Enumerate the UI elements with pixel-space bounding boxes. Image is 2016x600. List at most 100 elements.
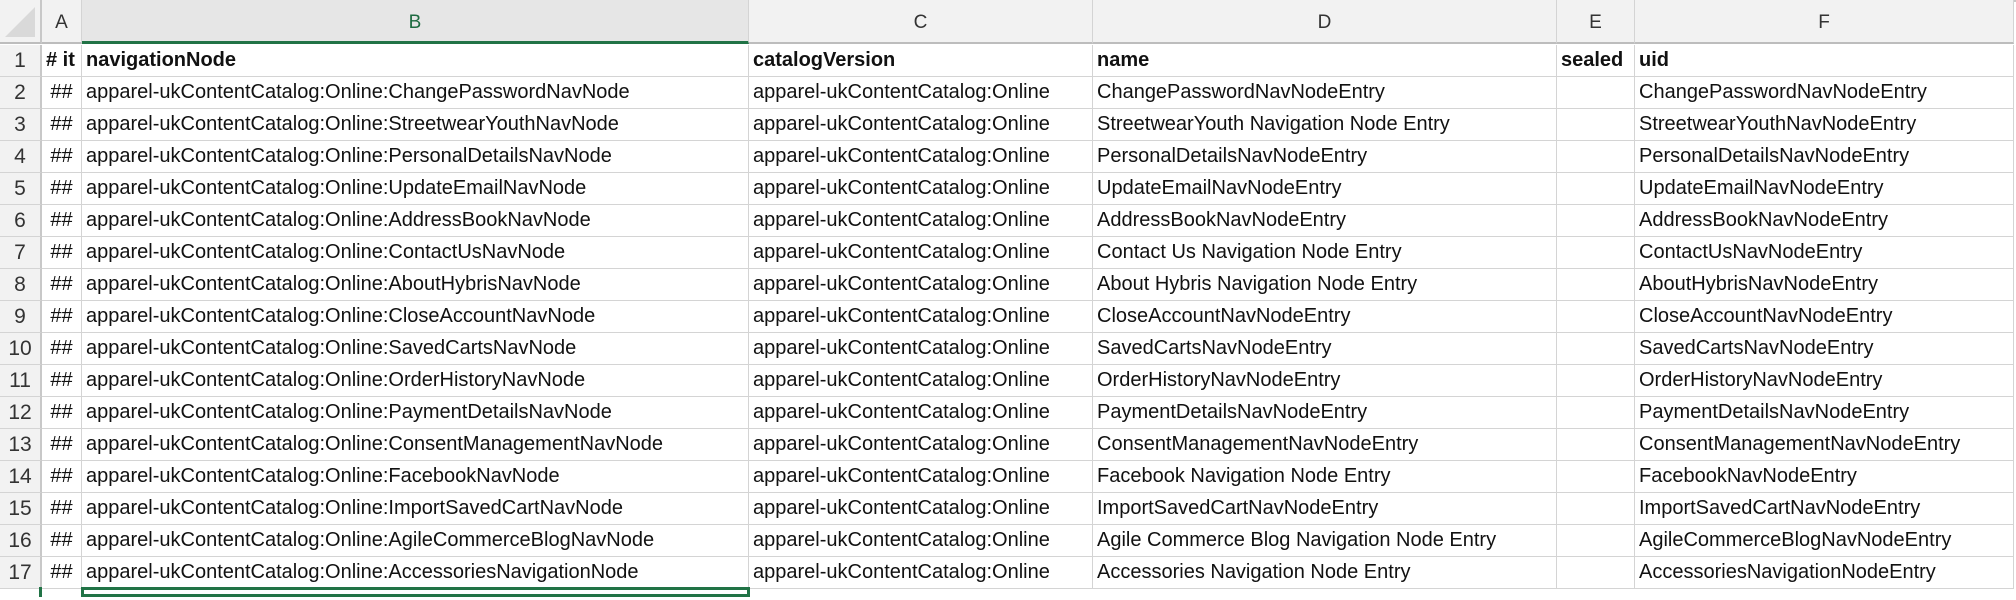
cell-c[interactable]: apparel-ukContentCatalog:Online bbox=[749, 205, 1093, 237]
cell-f[interactable]: AccessoriesNavigationNodeEntry bbox=[1635, 557, 2014, 589]
cell-d[interactable]: ImportSavedCartNavNodeEntry bbox=[1093, 493, 1557, 525]
row-header[interactable]: 4 bbox=[0, 141, 42, 173]
select-all-button[interactable] bbox=[0, 0, 42, 44]
cell-b[interactable]: apparel-ukContentCatalog:Online:ConsentM… bbox=[82, 429, 749, 461]
cell-b[interactable]: apparel-ukContentCatalog:Online:Accessor… bbox=[82, 557, 749, 589]
cell-e[interactable] bbox=[1557, 461, 1635, 493]
cell-d[interactable]: ChangePasswordNavNodeEntry bbox=[1093, 77, 1557, 109]
cell-b[interactable]: apparel-ukContentCatalog:Online:AddressB… bbox=[82, 205, 749, 237]
cell-c[interactable]: apparel-ukContentCatalog:Online bbox=[749, 557, 1093, 589]
cell-f[interactable]: ConsentManagementNavNodeEntry bbox=[1635, 429, 2014, 461]
cell-b[interactable]: apparel-ukContentCatalog:Online:PaymentD… bbox=[82, 397, 749, 429]
cell-b[interactable]: apparel-ukContentCatalog:Online:SavedCar… bbox=[82, 333, 749, 365]
header-cell-a[interactable]: # it bbox=[42, 45, 82, 77]
cell-b[interactable]: apparel-ukContentCatalog:Online:CloseAcc… bbox=[82, 301, 749, 333]
cell-a[interactable]: ## bbox=[42, 301, 82, 333]
cell-b[interactable]: apparel-ukContentCatalog:Online:Personal… bbox=[82, 141, 749, 173]
cell-d[interactable]: CloseAccountNavNodeEntry bbox=[1093, 301, 1557, 333]
cell-e[interactable] bbox=[1557, 77, 1635, 109]
selected-cell-outline[interactable] bbox=[81, 587, 750, 597]
cell-e[interactable] bbox=[1557, 525, 1635, 557]
header-cell-c[interactable]: catalogVersion bbox=[749, 45, 1093, 77]
cell-b[interactable]: apparel-ukContentCatalog:Online:AgileCom… bbox=[82, 525, 749, 557]
cell-f[interactable]: ImportSavedCartNavNodeEntry bbox=[1635, 493, 2014, 525]
cell-b[interactable]: apparel-ukContentCatalog:Online:AboutHyb… bbox=[82, 269, 749, 301]
cell-f[interactable]: PersonalDetailsNavNodeEntry bbox=[1635, 141, 2014, 173]
cell-f[interactable]: CloseAccountNavNodeEntry bbox=[1635, 301, 2014, 333]
header-cell-f[interactable]: uid bbox=[1635, 45, 2014, 77]
cell-d[interactable]: ConsentManagementNavNodeEntry bbox=[1093, 429, 1557, 461]
cell-d[interactable]: Contact Us Navigation Node Entry bbox=[1093, 237, 1557, 269]
row-header[interactable]: 13 bbox=[0, 429, 42, 461]
cell-c[interactable]: apparel-ukContentCatalog:Online bbox=[749, 461, 1093, 493]
cell-a[interactable]: ## bbox=[42, 205, 82, 237]
cell-f[interactable]: OrderHistoryNavNodeEntry bbox=[1635, 365, 2014, 397]
cell-d[interactable]: Accessories Navigation Node Entry bbox=[1093, 557, 1557, 589]
cell-e[interactable] bbox=[1557, 493, 1635, 525]
cell-c[interactable]: apparel-ukContentCatalog:Online bbox=[749, 173, 1093, 205]
cell-d[interactable]: OrderHistoryNavNodeEntry bbox=[1093, 365, 1557, 397]
row-header[interactable]: 9 bbox=[0, 301, 42, 333]
column-header-c[interactable]: C bbox=[749, 0, 1093, 44]
cell-f[interactable]: UpdateEmailNavNodeEntry bbox=[1635, 173, 2014, 205]
cell-f[interactable]: SavedCartsNavNodeEntry bbox=[1635, 333, 2014, 365]
row-header[interactable]: 6 bbox=[0, 205, 42, 237]
row-header[interactable]: 10 bbox=[0, 333, 42, 365]
row-header[interactable]: 8 bbox=[0, 269, 42, 301]
cell-d[interactable]: AddressBookNavNodeEntry bbox=[1093, 205, 1557, 237]
cell-f[interactable]: AgileCommerceBlogNavNodeEntry bbox=[1635, 525, 2014, 557]
header-cell-e[interactable]: sealed bbox=[1557, 45, 1635, 77]
header-cell-d[interactable]: name bbox=[1093, 45, 1557, 77]
cell-c[interactable]: apparel-ukContentCatalog:Online bbox=[749, 493, 1093, 525]
cell-a[interactable]: ## bbox=[42, 397, 82, 429]
cell-d[interactable]: About Hybris Navigation Node Entry bbox=[1093, 269, 1557, 301]
cell-a[interactable]: ## bbox=[42, 77, 82, 109]
row-header[interactable]: 16 bbox=[0, 525, 42, 557]
cell-b[interactable]: apparel-ukContentCatalog:Online:OrderHis… bbox=[82, 365, 749, 397]
cell-d[interactable]: SavedCartsNavNodeEntry bbox=[1093, 333, 1557, 365]
row-header[interactable]: 5 bbox=[0, 173, 42, 205]
row-header[interactable]: 2 bbox=[0, 77, 42, 109]
column-header-a[interactable]: A bbox=[42, 0, 82, 44]
header-cell-b[interactable]: navigationNode bbox=[82, 45, 749, 77]
cell-b[interactable]: apparel-ukContentCatalog:Online:UpdateEm… bbox=[82, 173, 749, 205]
cell-d[interactable]: Facebook Navigation Node Entry bbox=[1093, 461, 1557, 493]
cell-c[interactable]: apparel-ukContentCatalog:Online bbox=[749, 397, 1093, 429]
column-header-d[interactable]: D bbox=[1093, 0, 1557, 44]
cell-b[interactable]: apparel-ukContentCatalog:Online:ImportSa… bbox=[82, 493, 749, 525]
cell-f[interactable]: ContactUsNavNodeEntry bbox=[1635, 237, 2014, 269]
row-header[interactable]: 17 bbox=[0, 557, 42, 589]
row-header[interactable]: 14 bbox=[0, 461, 42, 493]
cell-a[interactable]: ## bbox=[42, 493, 82, 525]
cell-b[interactable]: apparel-ukContentCatalog:Online:Streetwe… bbox=[82, 109, 749, 141]
cell-a[interactable]: ## bbox=[42, 141, 82, 173]
cell-a[interactable]: ## bbox=[42, 269, 82, 301]
cell-f[interactable]: PaymentDetailsNavNodeEntry bbox=[1635, 397, 2014, 429]
cell-c[interactable]: apparel-ukContentCatalog:Online bbox=[749, 429, 1093, 461]
cell-a[interactable]: ## bbox=[42, 173, 82, 205]
cell-c[interactable]: apparel-ukContentCatalog:Online bbox=[749, 269, 1093, 301]
cell-e[interactable] bbox=[1557, 141, 1635, 173]
row-header[interactable]: 3 bbox=[0, 109, 42, 141]
cell-e[interactable] bbox=[1557, 237, 1635, 269]
cell-e[interactable] bbox=[1557, 173, 1635, 205]
cell-a[interactable]: ## bbox=[42, 333, 82, 365]
cell-c[interactable]: apparel-ukContentCatalog:Online bbox=[749, 237, 1093, 269]
cell-c[interactable]: apparel-ukContentCatalog:Online bbox=[749, 365, 1093, 397]
cell-c[interactable]: apparel-ukContentCatalog:Online bbox=[749, 77, 1093, 109]
cell-a[interactable]: ## bbox=[42, 557, 82, 589]
cell-b[interactable]: apparel-ukContentCatalog:Online:Facebook… bbox=[82, 461, 749, 493]
cell-e[interactable] bbox=[1557, 301, 1635, 333]
cell-c[interactable]: apparel-ukContentCatalog:Online bbox=[749, 301, 1093, 333]
cell-e[interactable] bbox=[1557, 269, 1635, 301]
cell-c[interactable]: apparel-ukContentCatalog:Online bbox=[749, 333, 1093, 365]
cell-f[interactable]: FacebookNavNodeEntry bbox=[1635, 461, 2014, 493]
cell-a[interactable]: ## bbox=[42, 365, 82, 397]
cell-d[interactable]: UpdateEmailNavNodeEntry bbox=[1093, 173, 1557, 205]
row-header[interactable]: 1 bbox=[0, 45, 42, 77]
row-header[interactable]: 7 bbox=[0, 237, 42, 269]
row-header[interactable]: 15 bbox=[0, 493, 42, 525]
column-header-f[interactable]: F bbox=[1635, 0, 2014, 44]
cell-e[interactable] bbox=[1557, 205, 1635, 237]
cell-f[interactable]: ChangePasswordNavNodeEntry bbox=[1635, 77, 2014, 109]
